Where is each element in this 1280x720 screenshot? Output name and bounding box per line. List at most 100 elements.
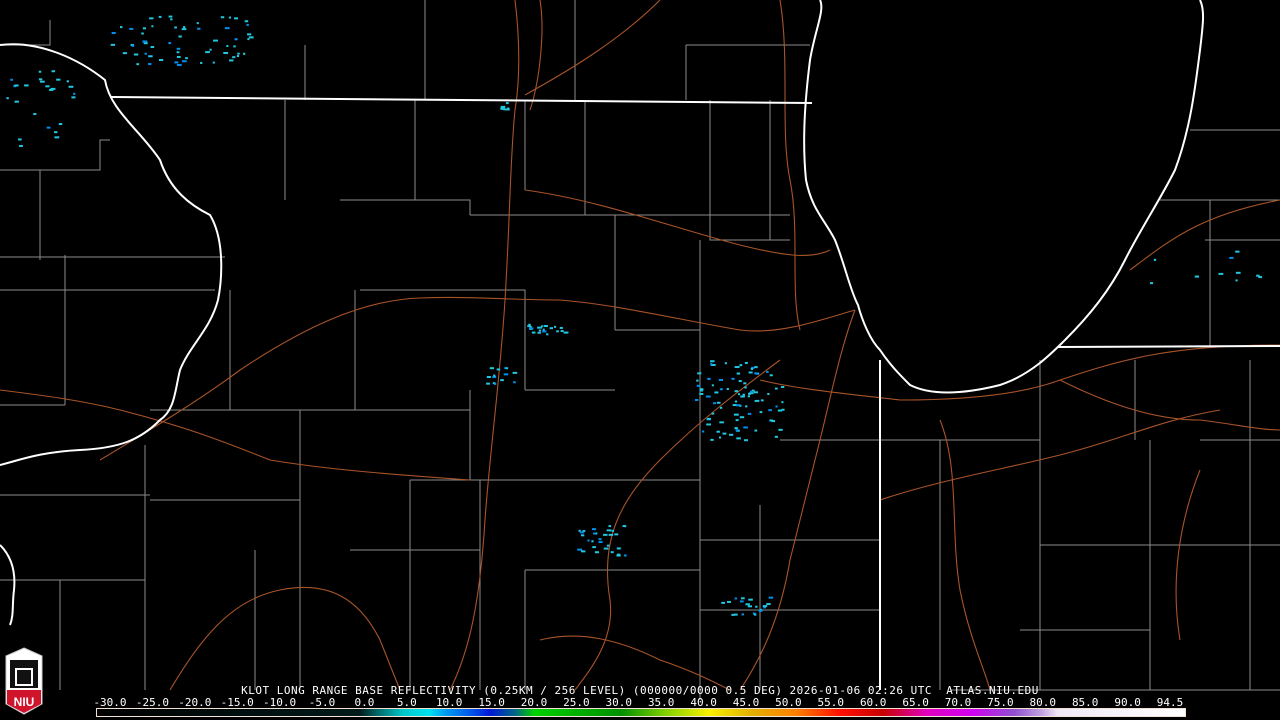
echo-pixel <box>176 51 180 54</box>
echo-pixel <box>141 32 144 35</box>
echo-pixel <box>719 388 723 391</box>
echo-pixel <box>616 547 621 550</box>
echo-pixel <box>553 325 557 328</box>
colorbar-segment <box>429 709 447 716</box>
echo-pixel <box>486 376 491 379</box>
echo-pixel <box>775 405 778 408</box>
echo-pixel <box>727 600 731 603</box>
echo-pixel <box>754 399 760 402</box>
echo-pixel <box>716 401 721 404</box>
echo-pixel <box>224 27 230 30</box>
echo-pixel <box>750 367 754 370</box>
echo-pixel <box>743 382 747 385</box>
echo-pixel <box>781 408 785 411</box>
echo-pixel <box>735 429 739 432</box>
echo-pixel <box>110 43 116 46</box>
echo-pixel <box>559 326 563 329</box>
colorbar-segment <box>970 709 1015 716</box>
echo-pixel <box>739 364 743 367</box>
echo-pixel <box>762 605 768 608</box>
echo-pixel <box>759 411 763 414</box>
echo-pixel <box>707 417 711 420</box>
echo-pixel <box>213 39 218 42</box>
echo-pixel <box>176 47 181 50</box>
echo-pixel <box>237 52 240 55</box>
echo-pixel <box>580 550 586 553</box>
echo-pixel <box>168 15 173 18</box>
echo-pixel <box>719 421 724 424</box>
echo-pixel <box>778 428 783 431</box>
echo-pixel <box>144 52 147 55</box>
echo-pixel <box>196 22 199 25</box>
echo-pixel <box>14 84 19 87</box>
highways <box>0 0 1280 691</box>
echo-pixel <box>247 38 250 41</box>
echo-pixel <box>150 45 155 48</box>
echo-pixel <box>493 374 496 377</box>
echo-pixel <box>747 412 752 415</box>
echo-pixel <box>1235 271 1241 274</box>
echo-pixel <box>136 63 140 66</box>
echo-pixel <box>736 372 741 375</box>
echo-pixel <box>1194 275 1200 278</box>
echo-pixel <box>232 56 236 59</box>
echo-pixel <box>543 325 548 328</box>
echo-pixel <box>1258 276 1263 279</box>
echo-pixel <box>731 377 735 380</box>
echo-pixel <box>248 36 254 39</box>
echo-pixel <box>234 38 238 41</box>
echo-pixel <box>780 385 785 388</box>
colorbar-segment <box>795 709 840 716</box>
echo-pixel <box>734 427 738 430</box>
echo-pixel <box>71 96 76 99</box>
echo-pixel <box>766 370 769 373</box>
echo-pixel <box>200 61 203 64</box>
echo-pixel <box>537 326 542 329</box>
echo-pixel <box>748 598 753 601</box>
echo-pixel <box>745 405 748 408</box>
echo-pixel <box>767 392 770 395</box>
echo-pixel <box>591 540 594 543</box>
radar-map <box>0 0 1280 700</box>
colorbar-segment <box>883 709 928 716</box>
echo-pixel <box>168 42 172 45</box>
echo-pixel <box>710 362 713 365</box>
colorbar-segment <box>752 709 796 716</box>
echo-pixel <box>606 544 610 547</box>
echo-pixel <box>149 17 154 20</box>
colorbar-segment <box>533 709 578 716</box>
echo-pixel <box>603 533 608 536</box>
echo-pixel <box>247 33 252 36</box>
echo-pixel <box>10 78 13 81</box>
echo-pixel <box>610 551 614 554</box>
echo-pixel <box>234 17 239 20</box>
reflectivity-colorbar <box>96 708 1186 717</box>
colorbar-segment <box>927 709 971 716</box>
echo-pixel <box>587 539 590 542</box>
colorbar-segment <box>1040 709 1059 716</box>
echo-pixel <box>1229 256 1234 259</box>
echo-pixel <box>159 59 164 62</box>
colorbar-segment <box>516 709 534 716</box>
echo-pixel <box>744 386 747 389</box>
echo-pixel <box>501 107 505 110</box>
echo-pixel <box>699 392 704 395</box>
echo-pixel <box>54 136 60 139</box>
echo-pixel <box>38 70 42 73</box>
echo-pixel <box>714 391 719 394</box>
echo-pixel <box>24 84 29 87</box>
echo-pixel <box>505 102 509 105</box>
echo-pixel <box>711 384 714 387</box>
echo-pixel <box>181 28 187 31</box>
echo-pixel <box>197 27 201 30</box>
echo-pixel <box>246 23 249 26</box>
echo-pixel <box>45 85 50 88</box>
echo-pixel <box>68 85 74 88</box>
echo-pixel <box>183 26 186 29</box>
echo-pixel <box>1150 282 1154 285</box>
echo-pixel <box>598 541 603 544</box>
echo-pixel <box>158 15 162 18</box>
echo-pixel <box>608 525 612 528</box>
echo-pixel <box>58 123 63 126</box>
echo-pixel <box>769 374 773 377</box>
